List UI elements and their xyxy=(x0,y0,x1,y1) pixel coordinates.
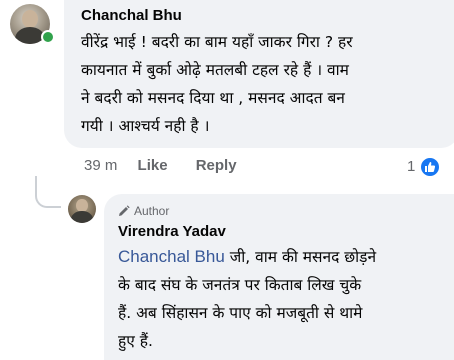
author-badge: Author xyxy=(118,204,169,218)
pencil-icon xyxy=(119,205,130,216)
comment-text-line: गयी । आश्चर्य नही है । xyxy=(81,117,210,135)
comment-text-line: कायनात में बुर्का ओढ़े मतलबी टहल रहे हैं… xyxy=(81,61,349,79)
avatar-face xyxy=(22,9,38,28)
comment-actions: 39 m Like Reply xyxy=(84,157,237,174)
comment-text: वीरेंद्र भाई ! बदरी का बाम यहाँ जाकर गिर… xyxy=(81,28,353,140)
reply-button[interactable]: Reply xyxy=(196,157,237,174)
reply-author-name[interactable]: Virendra Yadav xyxy=(118,223,226,240)
reply-text-line: हैं. अब सिंहासन के पाए को मजबूती से थामे xyxy=(118,304,363,322)
avatar-face xyxy=(76,198,88,212)
reply-text-fragment: जी, वाम की मसनद छोड़ने xyxy=(224,248,377,266)
online-status-dot xyxy=(41,30,55,44)
author-badge-label: Author xyxy=(134,204,170,218)
reply-thread-connector xyxy=(35,176,61,208)
reply-text-line: हुए हैं. xyxy=(118,332,153,350)
reply-text: Chanchal Bhu जी, वाम की मसनद छोड़ने के ब… xyxy=(118,243,376,355)
reply-text-line: Chanchal Bhu जी, वाम की मसनद छोड़ने xyxy=(118,243,376,271)
reply-author-avatar[interactable] xyxy=(68,195,96,223)
comment-text-line: वीरेंद्र भाई ! बदरी का बाम यहाँ जाकर गिर… xyxy=(81,33,353,51)
reply-text-line: के बाद संघ के जनतंत्र पर किताब लिख चुके xyxy=(118,276,362,294)
mention-link[interactable]: Chanchal Bhu xyxy=(118,247,225,266)
like-button[interactable]: Like xyxy=(138,157,168,174)
comment-text-line: ने बदरी को मसनद दिया था , मसनद आदत बन xyxy=(81,89,345,107)
comment-author-name[interactable]: Chanchal Bhu xyxy=(81,7,182,24)
thumbs-up-icon[interactable] xyxy=(420,157,440,177)
avatar-body xyxy=(71,211,93,223)
comment-timestamp[interactable]: 39 m xyxy=(84,157,117,174)
reaction-count[interactable]: 1 xyxy=(407,158,415,175)
